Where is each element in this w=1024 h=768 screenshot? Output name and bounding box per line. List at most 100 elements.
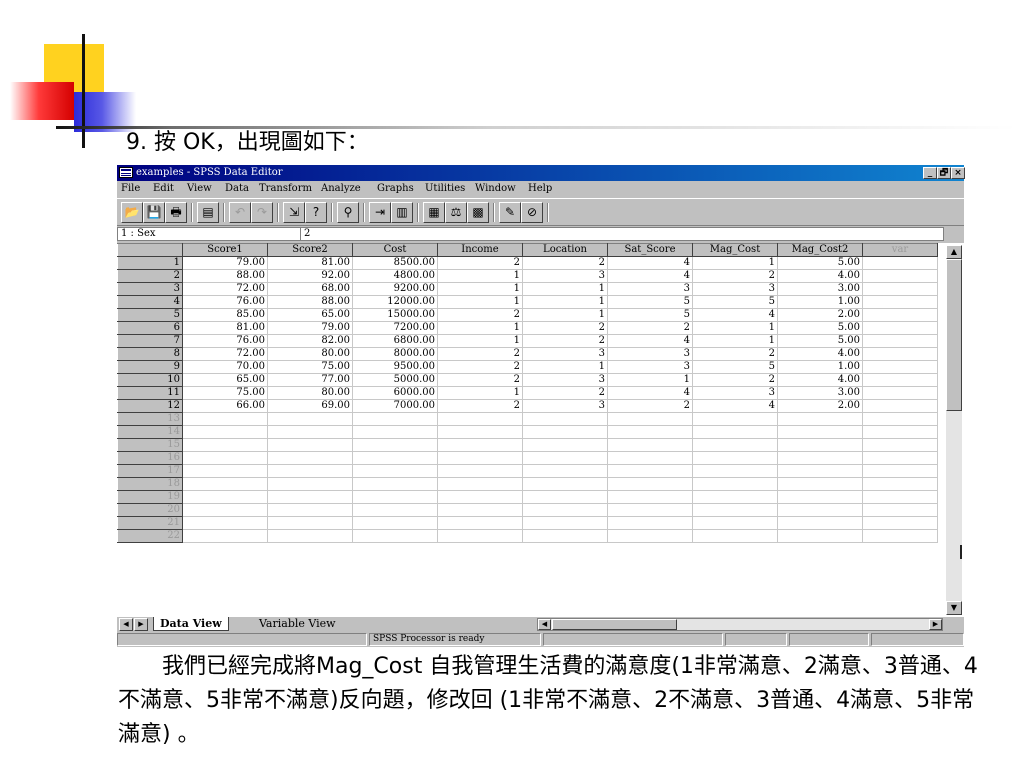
row-number[interactable]: 6 xyxy=(117,321,183,335)
minimize-button[interactable]: _ xyxy=(923,167,937,179)
data-cell[interactable] xyxy=(522,412,608,426)
data-cell[interactable] xyxy=(607,516,693,530)
data-cell[interactable] xyxy=(352,516,438,530)
data-cell[interactable] xyxy=(607,477,693,491)
data-cell[interactable] xyxy=(862,386,938,400)
data-cell[interactable]: 1 xyxy=(437,334,523,348)
data-cell[interactable]: 4.00 xyxy=(777,373,863,387)
data-cell[interactable] xyxy=(182,438,268,452)
data-cell[interactable]: 2 xyxy=(437,360,523,374)
data-cell[interactable] xyxy=(182,516,268,530)
data-cell[interactable]: 5 xyxy=(607,295,693,309)
data-cell[interactable] xyxy=(777,529,863,543)
data-cell[interactable]: 9200.00 xyxy=(352,282,438,296)
data-cell[interactable] xyxy=(522,490,608,504)
data-cell[interactable]: 9500.00 xyxy=(352,360,438,374)
row-number[interactable]: 8 xyxy=(117,347,183,361)
data-cell[interactable]: 1 xyxy=(522,360,608,374)
data-cell[interactable] xyxy=(862,477,938,491)
data-cell[interactable] xyxy=(862,529,938,543)
row-number[interactable]: 14 xyxy=(117,425,183,439)
tab-data-view[interactable]: Data View xyxy=(153,617,229,631)
data-cell[interactable]: 5.00 xyxy=(777,256,863,270)
data-cell[interactable]: 12000.00 xyxy=(352,295,438,309)
data-cell[interactable]: 5 xyxy=(692,360,778,374)
vertical-scrollbar[interactable]: ▲ ▼ xyxy=(946,245,962,615)
data-cell[interactable] xyxy=(522,451,608,465)
data-cell[interactable] xyxy=(862,373,938,387)
data-cell[interactable] xyxy=(862,347,938,361)
data-cell[interactable] xyxy=(862,360,938,374)
data-cell[interactable]: 1 xyxy=(522,282,608,296)
data-cell[interactable] xyxy=(862,464,938,478)
row-number[interactable]: 18 xyxy=(117,477,183,491)
data-cell[interactable] xyxy=(352,477,438,491)
data-cell[interactable] xyxy=(607,503,693,517)
data-cell[interactable]: 2 xyxy=(437,308,523,322)
data-cell[interactable]: 2 xyxy=(522,386,608,400)
data-cell[interactable] xyxy=(862,399,938,413)
row-number[interactable]: 4 xyxy=(117,295,183,309)
data-cell[interactable] xyxy=(267,425,353,439)
column-header[interactable]: Score2 xyxy=(267,243,353,257)
data-cell[interactable]: 4.00 xyxy=(777,347,863,361)
data-cell[interactable] xyxy=(352,425,438,439)
data-cell[interactable]: 1 xyxy=(437,295,523,309)
data-cell[interactable]: 1.00 xyxy=(777,295,863,309)
data-cell[interactable]: 2 xyxy=(437,256,523,270)
menu-data[interactable]: Data xyxy=(225,183,249,194)
data-cell[interactable] xyxy=(182,464,268,478)
row-number[interactable]: 16 xyxy=(117,451,183,465)
data-cell[interactable]: 2 xyxy=(522,256,608,270)
data-cell[interactable] xyxy=(607,490,693,504)
data-cell[interactable]: 77.00 xyxy=(267,373,353,387)
data-cell[interactable] xyxy=(522,477,608,491)
data-cell[interactable]: 1.00 xyxy=(777,360,863,374)
data-cell[interactable]: 4 xyxy=(607,269,693,283)
scroll-up-arrow-icon[interactable]: ▲ xyxy=(946,245,962,259)
row-number[interactable]: 20 xyxy=(117,503,183,517)
insert-variable-icon[interactable]: ▥ xyxy=(391,202,413,223)
data-cell[interactable] xyxy=(182,451,268,465)
data-cell[interactable] xyxy=(777,464,863,478)
data-cell[interactable]: 8000.00 xyxy=(352,347,438,361)
data-cell[interactable] xyxy=(862,503,938,517)
data-cell[interactable] xyxy=(862,321,938,335)
tab-prev-arrow-icon[interactable]: ◀ xyxy=(119,618,133,631)
data-cell[interactable] xyxy=(692,412,778,426)
menu-edit[interactable]: Edit xyxy=(153,183,174,194)
menu-window[interactable]: Window xyxy=(475,183,516,194)
data-cell[interactable] xyxy=(692,451,778,465)
data-cell[interactable] xyxy=(607,412,693,426)
spss-app-icon[interactable] xyxy=(119,167,133,178)
insert-case-icon[interactable]: ⇥ xyxy=(369,202,391,223)
data-cell[interactable] xyxy=(862,269,938,283)
data-cell[interactable]: 1 xyxy=(437,386,523,400)
column-header[interactable]: Location xyxy=(522,243,608,257)
row-number[interactable]: 12 xyxy=(117,399,183,413)
data-cell[interactable]: 5.00 xyxy=(777,321,863,335)
data-cell[interactable] xyxy=(437,438,523,452)
data-cell[interactable] xyxy=(522,516,608,530)
row-number[interactable]: 1 xyxy=(117,256,183,270)
data-cell[interactable] xyxy=(437,451,523,465)
data-cell[interactable] xyxy=(182,412,268,426)
restore-button[interactable]: 🗗 xyxy=(937,167,951,179)
data-cell[interactable]: 5000.00 xyxy=(352,373,438,387)
data-cell[interactable] xyxy=(267,516,353,530)
row-number[interactable]: 11 xyxy=(117,386,183,400)
data-cell[interactable] xyxy=(437,412,523,426)
data-cell[interactable]: 1 xyxy=(692,321,778,335)
variables-icon[interactable]: ? xyxy=(305,202,327,223)
data-cell[interactable]: 4 xyxy=(607,256,693,270)
value-labels-icon[interactable]: ✎ xyxy=(499,202,521,223)
data-cell[interactable] xyxy=(352,438,438,452)
row-number[interactable]: 13 xyxy=(117,412,183,426)
row-number[interactable]: 22 xyxy=(117,529,183,543)
vertical-scroll-thumb[interactable] xyxy=(946,259,962,411)
use-sets-icon[interactable]: ⊘ xyxy=(521,202,543,223)
goto-case-icon[interactable]: ⇲ xyxy=(283,202,305,223)
data-cell[interactable] xyxy=(182,490,268,504)
data-cell[interactable] xyxy=(437,425,523,439)
data-cell[interactable] xyxy=(777,477,863,491)
